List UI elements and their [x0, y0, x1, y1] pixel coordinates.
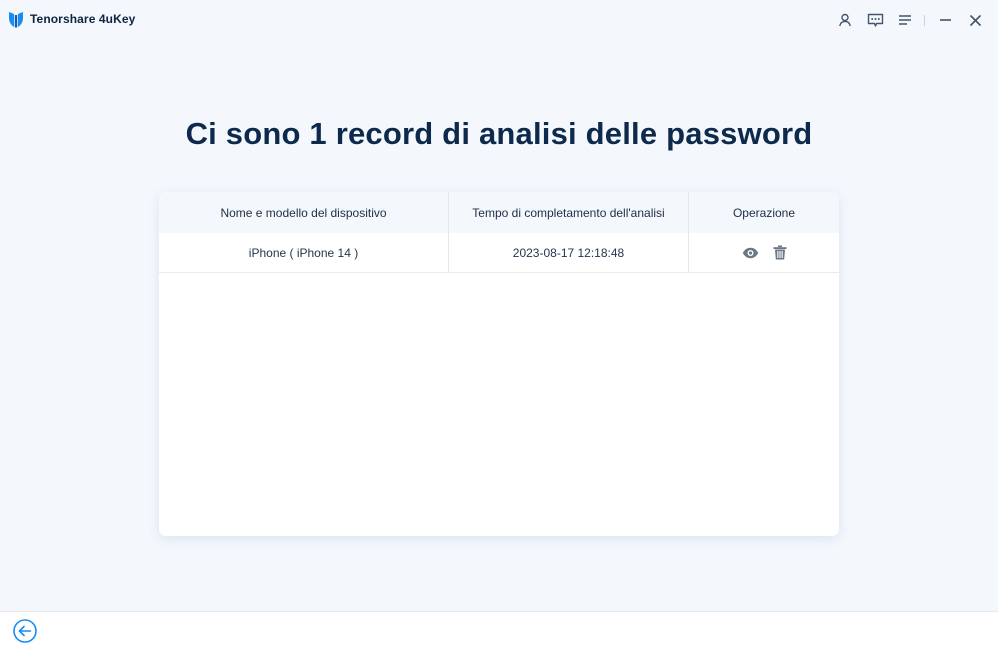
minimize-icon[interactable] — [930, 10, 960, 30]
table-header: Nome e modello del dispositivo Tempo di … — [159, 192, 839, 233]
trash-icon[interactable] — [773, 245, 787, 260]
column-header-operation: Operazione — [732, 205, 796, 220]
back-arrow-icon[interactable] — [13, 619, 37, 643]
menu-icon[interactable] — [890, 10, 920, 30]
user-icon[interactable] — [830, 10, 860, 30]
column-header-device: Nome e modello del dispositivo — [159, 192, 449, 233]
window-controls — [830, 10, 990, 30]
time-cell: 2023-08-17 12:18:48 — [449, 233, 689, 272]
eye-icon[interactable] — [742, 247, 759, 259]
device-cell: iPhone ( iPhone 14 ) — [159, 233, 449, 272]
tenorshare-logo-icon — [9, 12, 23, 28]
table-row: iPhone ( iPhone 14 ) 2023-08-17 12:18:48 — [159, 233, 839, 273]
footer-bar — [0, 611, 998, 650]
feedback-icon[interactable] — [860, 10, 890, 30]
column-header-time: Tempo di completamento dell'analisi — [449, 192, 689, 233]
close-icon[interactable] — [960, 10, 990, 30]
page-title: Ci sono 1 record di analisi delle passwo… — [185, 116, 813, 151]
title-bar: Tenorshare 4uKey — [0, 0, 998, 40]
titlebar-separator — [924, 14, 925, 26]
records-table: Nome e modello del dispositivo Tempo di … — [159, 192, 839, 536]
operation-cell — [689, 233, 839, 272]
app-title: Tenorshare 4uKey — [30, 12, 136, 26]
